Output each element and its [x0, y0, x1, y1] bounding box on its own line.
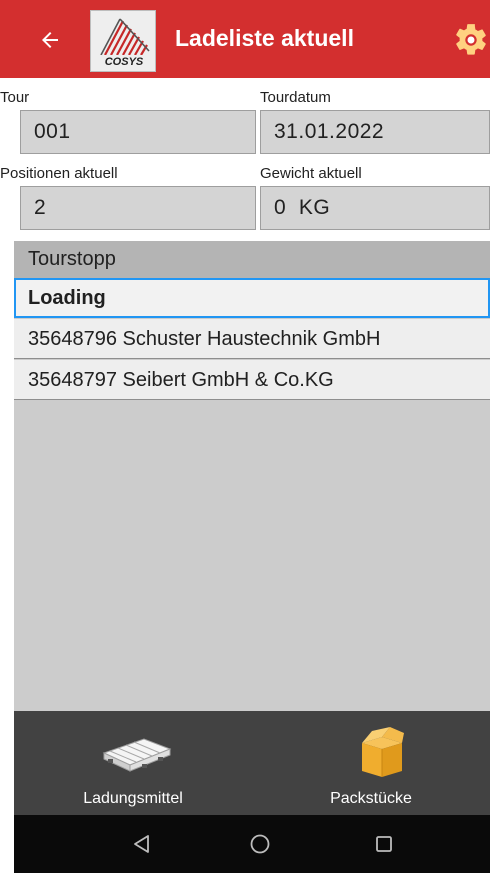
nav-home-circle-icon — [250, 834, 270, 854]
tourdatum-field[interactable]: 31.01.2022 — [260, 110, 490, 154]
app-bar: COSYS Ladeliste aktuell — [0, 0, 490, 78]
list-item[interactable]: 35648797 Seibert GmbH & Co.KG — [14, 360, 490, 400]
positionen-label: Positionen aktuell — [0, 165, 118, 182]
nav-recents-button[interactable] — [368, 828, 400, 860]
tourstopp-list[interactable]: Tourstopp Loading 35648796 Schuster Haus… — [14, 241, 490, 711]
back-button[interactable] — [30, 20, 70, 60]
nav-back-triangle-icon — [134, 835, 149, 853]
packstuecke-button[interactable]: Packstücke — [252, 711, 490, 815]
gewicht-label: Gewicht aktuell — [260, 165, 362, 182]
gewicht-field[interactable]: 0 KG — [260, 186, 490, 230]
pallet-icon — [102, 738, 172, 772]
cosys-logo: COSYS — [90, 10, 156, 72]
positionen-field[interactable]: 2 — [20, 186, 256, 230]
list-item[interactable]: 35648796 Schuster Haustechnik GmbH — [14, 319, 490, 359]
logo-text: COSYS — [105, 56, 144, 68]
bottom-toolbar: Ladungsmittel Packstücke — [14, 711, 490, 815]
arrow-left-icon — [42, 32, 58, 48]
settings-button[interactable] — [452, 21, 490, 59]
page-title: Ladeliste aktuell — [175, 25, 354, 51]
package-box-icon — [362, 727, 404, 777]
tourdatum-label: Tourdatum — [260, 89, 331, 106]
list-header: Tourstopp — [14, 241, 490, 278]
tour-label: Tour — [0, 89, 30, 106]
gear-icon — [456, 24, 486, 55]
ladungsmittel-label: Ladungsmittel — [83, 790, 183, 807]
nav-home-button[interactable] — [244, 828, 276, 860]
list-item-loading[interactable]: Loading — [14, 278, 490, 318]
nav-recents-square-icon — [376, 836, 392, 852]
packstuecke-label: Packstücke — [330, 790, 412, 807]
ladungsmittel-button[interactable]: Ladungsmittel — [14, 711, 252, 815]
system-nav-bar — [14, 815, 490, 873]
tour-field[interactable]: 001 — [20, 110, 256, 154]
nav-back-button[interactable] — [126, 828, 158, 860]
